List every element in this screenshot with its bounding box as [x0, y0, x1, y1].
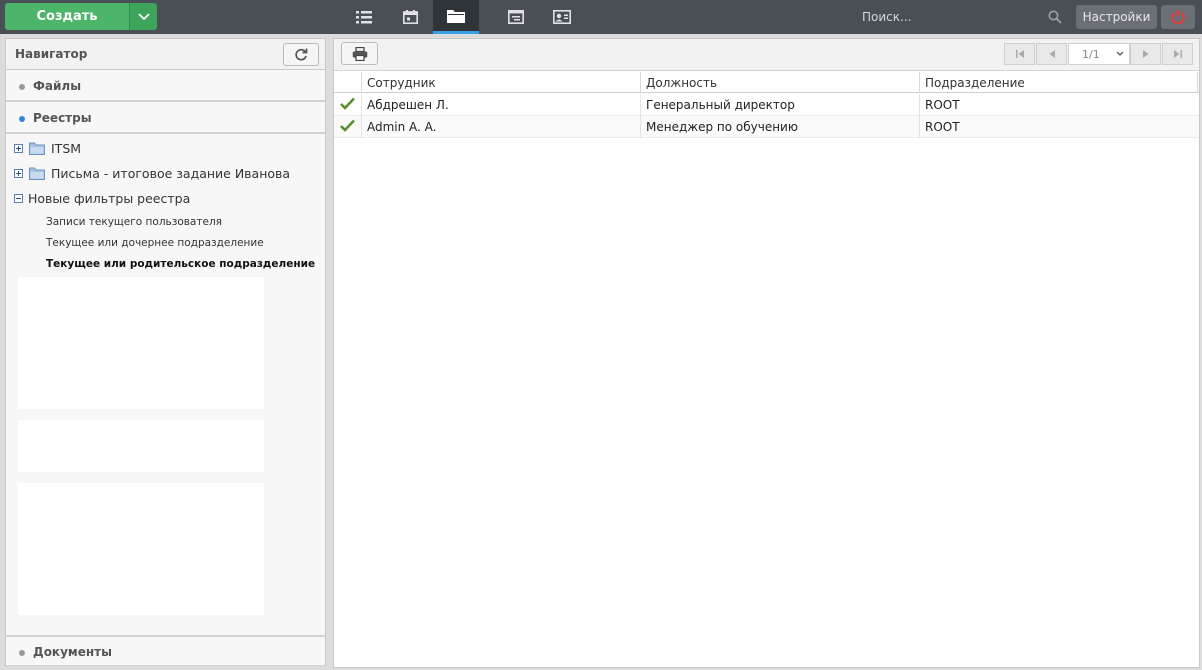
print-button[interactable]: [341, 42, 378, 65]
registry-icon: [508, 10, 524, 24]
tree-node-letters[interactable]: Письма - итоговое задание Иванова: [6, 162, 290, 184]
folder-icon: [29, 167, 45, 180]
table-row[interactable]: Admin A. A. Менеджер по обучению ROOT: [334, 116, 1199, 138]
expand-plus-icon[interactable]: [14, 143, 23, 153]
tree-node-label: Письма - итоговое задание Иванова: [51, 165, 291, 181]
tree-node-label: ITSM: [51, 140, 82, 156]
checkmark-icon: [340, 119, 355, 132]
contact-card-icon: [553, 10, 571, 24]
list-view-button[interactable]: [341, 0, 387, 34]
search-box: [858, 5, 1072, 29]
section-files[interactable]: Файлы: [6, 71, 325, 102]
tree-node-label: Новые фильтры реестра: [28, 190, 191, 206]
list-icon: [356, 10, 372, 23]
registry-button[interactable]: [493, 0, 539, 34]
department-cell: ROOT: [925, 98, 960, 112]
printer-icon: [352, 46, 367, 61]
create-dropdown-button[interactable]: [129, 3, 157, 30]
expand-plus-icon[interactable]: [14, 168, 23, 178]
filter-current-or-parent-dept[interactable]: Текущее или родительское подразделение: [46, 258, 315, 270]
folder-icon: [447, 9, 465, 23]
blank-area: [18, 420, 264, 472]
checkmark-icon: [340, 97, 355, 110]
position-cell: Менеджер по обучению: [641, 116, 920, 138]
column-header-employee[interactable]: Сотрудник: [362, 72, 641, 93]
collapse-minus-icon[interactable]: [14, 193, 23, 203]
last-page-button[interactable]: [1162, 43, 1193, 65]
calendar-button[interactable]: [387, 0, 433, 34]
employee-cell: Абдрешен Л.: [362, 94, 641, 116]
table-row[interactable]: Абдрешен Л. Генеральный директор ROOT: [334, 94, 1199, 116]
section-registers-label: Реестры: [33, 111, 92, 125]
folder-icon: [29, 142, 45, 155]
navigator-title: Навигатор: [15, 47, 88, 61]
power-icon: [1171, 9, 1185, 25]
column-header-status[interactable]: [334, 72, 362, 93]
next-page-button[interactable]: [1130, 43, 1161, 65]
folders-button[interactable]: [433, 0, 479, 34]
calendar-icon: [402, 10, 418, 24]
navigator-panel: Навигатор Файлы Реестры ITSM Письма - ит…: [5, 38, 326, 666]
department-cell: ROOT: [925, 120, 960, 134]
bullet-icon: [19, 650, 25, 656]
filter-current-user-records[interactable]: Записи текущего пользователя: [46, 216, 222, 228]
page-selector[interactable]: 1/1: [1068, 43, 1130, 65]
column-header-department[interactable]: Подразделение: [920, 72, 1198, 93]
logout-button[interactable]: [1161, 5, 1195, 29]
bullet-icon: [19, 84, 25, 90]
section-documents-label: Документы: [33, 645, 112, 659]
registry-view: 1/1 Сотрудник Должность Подразделение Аб…: [333, 38, 1200, 668]
tree-node-itsm[interactable]: ITSM: [6, 137, 81, 159]
chevron-down-icon: [1116, 51, 1124, 56]
create-button[interactable]: Создать: [5, 3, 129, 30]
search-icon[interactable]: [1048, 10, 1062, 24]
filter-current-or-child-dept[interactable]: Текущее или дочернее подразделение: [46, 237, 264, 249]
grid-toolbar: 1/1: [334, 39, 1199, 71]
prev-page-icon: [1049, 50, 1055, 58]
contacts-button[interactable]: [539, 0, 585, 34]
next-page-icon: [1142, 50, 1148, 58]
tree-node-new-filters[interactable]: Новые фильтры реестра: [6, 187, 190, 209]
section-documents[interactable]: Документы: [6, 635, 325, 666]
page-indicator: 1/1: [1082, 47, 1100, 61]
settings-button[interactable]: Настройки: [1076, 5, 1157, 29]
employee-cell: Admin A. A.: [362, 116, 641, 138]
last-page-icon: [1173, 50, 1182, 58]
refresh-button[interactable]: [283, 43, 319, 66]
first-page-button[interactable]: [1004, 43, 1035, 65]
prev-page-button[interactable]: [1036, 43, 1067, 65]
status-cell: [334, 116, 362, 138]
search-input[interactable]: [858, 5, 1048, 29]
blank-area: [18, 277, 264, 409]
blank-area: [18, 483, 264, 615]
grid-header: Сотрудник Должность Подразделение: [334, 72, 1199, 93]
refresh-icon: [295, 48, 308, 60]
first-page-icon: [1015, 50, 1024, 58]
position-cell: Генеральный директор: [641, 94, 920, 116]
top-bar: Создать Поиск... Настройки: [0, 0, 1202, 34]
section-files-label: Файлы: [33, 79, 82, 93]
column-header-position[interactable]: Должность: [641, 72, 920, 93]
status-cell: [334, 94, 362, 116]
navigator-header: Навигатор: [6, 39, 325, 70]
chevron-down-icon: [137, 12, 150, 20]
bullet-icon: [19, 116, 25, 122]
section-registers[interactable]: Реестры: [6, 103, 325, 134]
